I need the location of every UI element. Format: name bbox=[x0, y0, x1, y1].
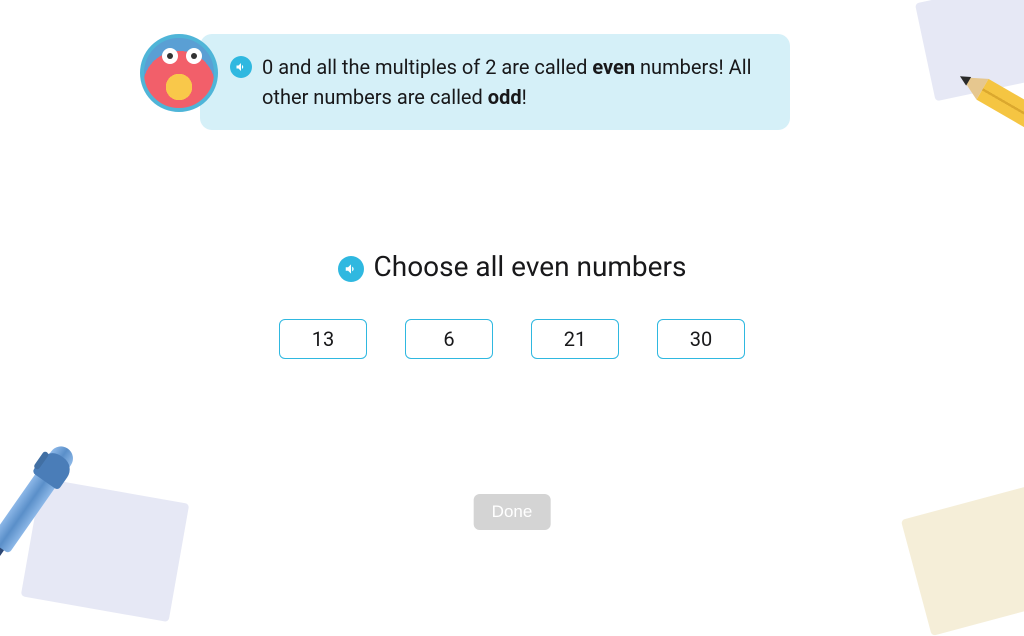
speaker-icon bbox=[344, 262, 358, 276]
question-prompt: Choose all even numbers bbox=[374, 250, 687, 283]
hint-audio-button[interactable] bbox=[230, 56, 252, 78]
option-1[interactable]: 13 bbox=[279, 319, 367, 359]
hint-text: 0 and all the multiples of 2 are called … bbox=[262, 52, 766, 112]
mascot-avatar bbox=[140, 34, 218, 112]
option-2[interactable]: 6 bbox=[405, 319, 493, 359]
question-audio-button[interactable] bbox=[338, 256, 364, 282]
options-row: 13 6 21 30 bbox=[0, 319, 1024, 359]
option-3[interactable]: 21 bbox=[531, 319, 619, 359]
done-button[interactable]: Done bbox=[474, 494, 551, 530]
hint-bubble: 0 and all the multiples of 2 are called … bbox=[140, 34, 790, 130]
option-4[interactable]: 30 bbox=[657, 319, 745, 359]
speaker-icon bbox=[235, 61, 247, 73]
